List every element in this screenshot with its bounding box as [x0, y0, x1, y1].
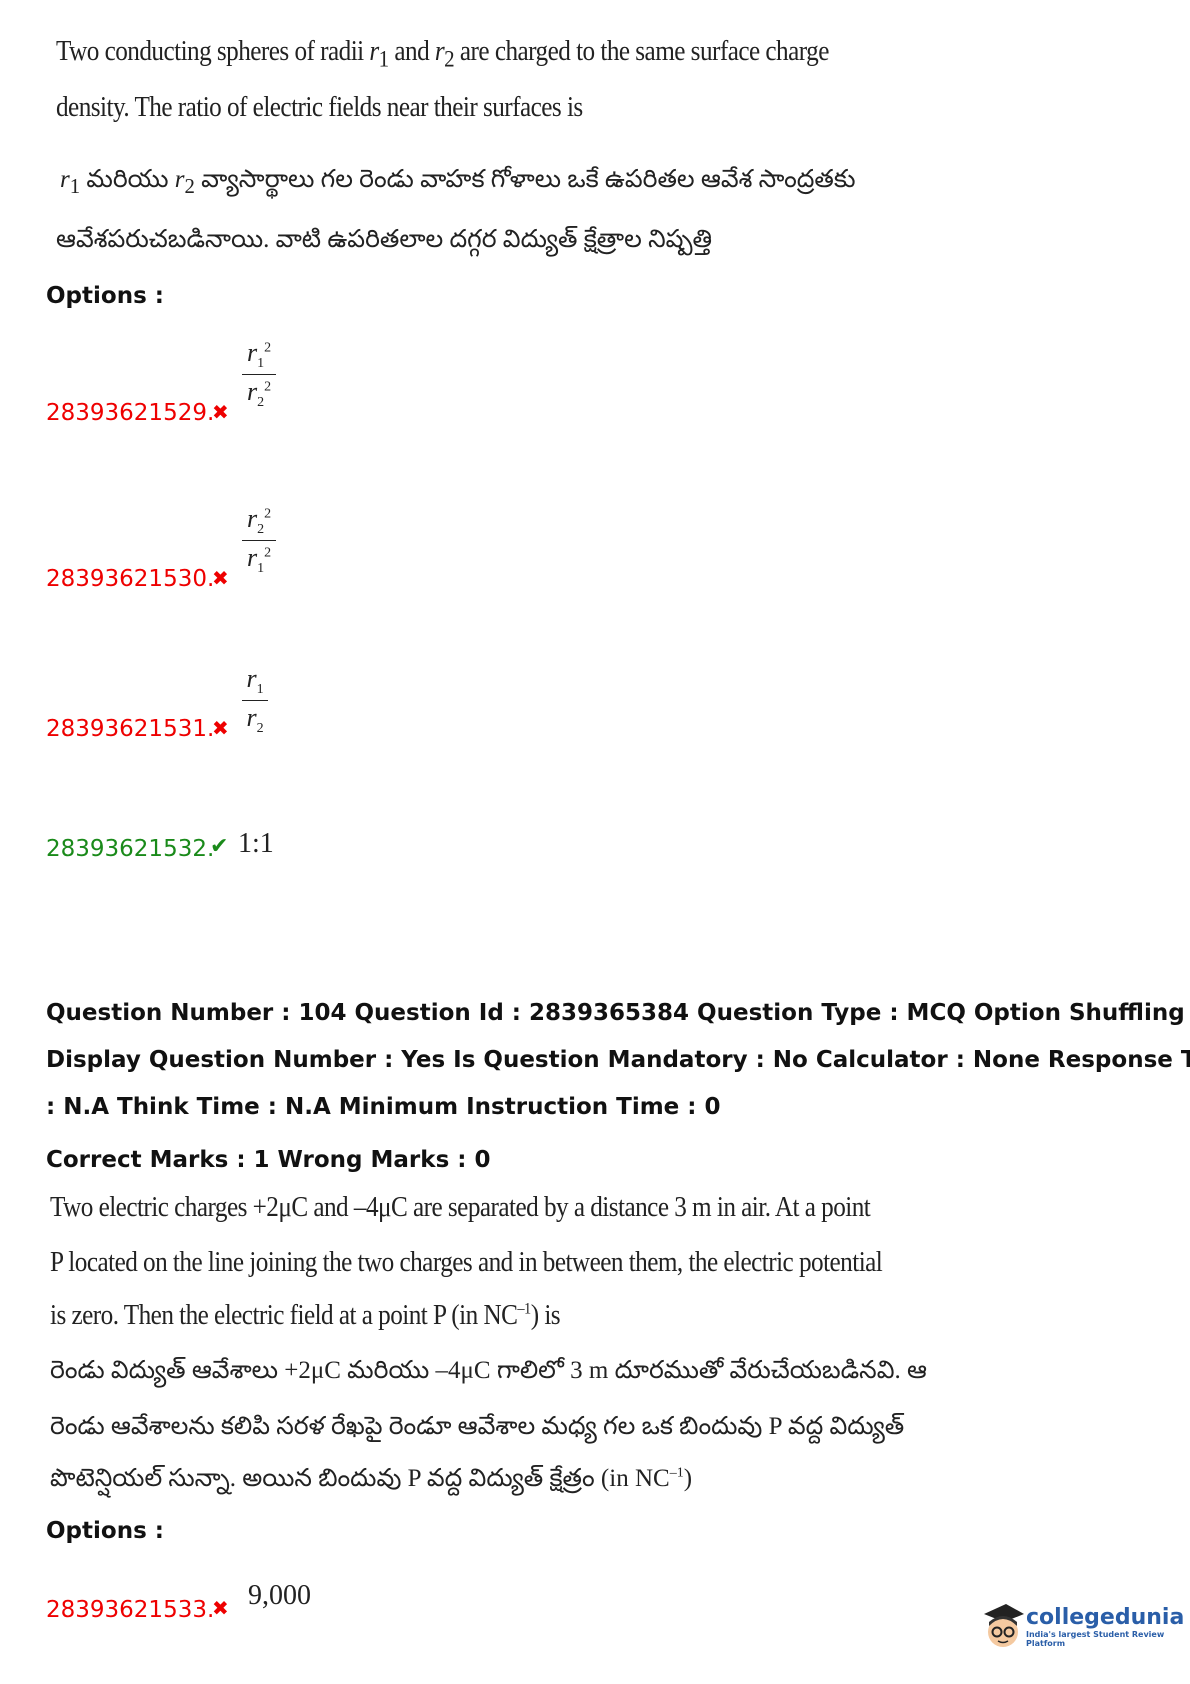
q2-telugu-line2: రెండు ఆవేశాలను కలిపి సరళ రేఖపై రెండూ ఆవే…: [50, 1413, 905, 1440]
option-id: 28393621529.: [46, 400, 215, 426]
q2-telugu-line3: పొటెన్షియల్ సున్నా. అయిన బిందువు P వద్ద …: [50, 1465, 693, 1492]
option-fraction: r22 r12: [242, 504, 276, 577]
option-fraction: r1 r2: [242, 664, 268, 737]
question-marks: Correct Marks : 1 Wrong Marks : 0: [46, 1147, 491, 1173]
q2-text-line2: P located on the line joining the two ch…: [50, 1247, 883, 1278]
fraction-bar: [242, 540, 276, 542]
logo-tagline: India's largest Student Review Platform: [1026, 1629, 1165, 1648]
q2-text-line3: is zero. Then the electric field at a po…: [50, 1300, 561, 1331]
option-value: 9,000: [248, 1580, 311, 1611]
q2-text-line1: Two electric charges +2μC and –4μC are s…: [50, 1192, 871, 1223]
wrong-icon: ✖: [212, 566, 229, 590]
q1-options-label: Options :: [46, 283, 164, 309]
option-fraction: r12 r22: [242, 338, 276, 411]
correct-check-icon: ✔: [210, 834, 229, 859]
q1-telugu-line1: r1 మరియు r2 వ్యాసార్థాలు గల రెండు వాహక గ…: [60, 166, 856, 198]
fraction-bar: [242, 700, 268, 702]
collegedunia-logo: collegedunia India's largest Student Rev…: [980, 1600, 1190, 1652]
question-meta-line2: Display Question Number : Yes Is Questio…: [46, 1047, 1190, 1073]
question-meta-line3: : N.A Think Time : N.A Minimum Instructi…: [46, 1094, 721, 1120]
q1-text-line2: density. The ratio of electric fields ne…: [56, 92, 583, 123]
q2-telugu-line1: రెండు విద్యుత్ ఆవేశాలు +2μC మరియు –4μC గ…: [50, 1357, 927, 1384]
wrong-icon: ✖: [212, 400, 229, 424]
question-meta-line1: Question Number : 104 Question Id : 2839…: [46, 1000, 1190, 1026]
fraction-bar: [242, 374, 276, 376]
document-page: Two conducting spheres of radii r1 and r…: [0, 0, 1190, 1684]
logo-name: collegedunia: [1026, 1604, 1185, 1630]
wrong-icon: ✖: [212, 716, 229, 740]
option-value: 1:1: [238, 828, 274, 859]
q1-telugu-line2: ఆవేశపరుచబడినాయి. వాటి ఉపరితలాల దగ్గర విద…: [56, 226, 713, 253]
option-id: 28393621531.: [46, 716, 215, 742]
q2-options-label: Options :: [46, 1518, 164, 1544]
option-id: 28393621530.: [46, 566, 215, 592]
option-id: 28393621533.: [46, 1597, 215, 1623]
wrong-icon: ✖: [212, 1596, 229, 1620]
q1-text-line1: Two conducting spheres of radii r1 and r…: [56, 36, 829, 73]
option-id: 28393621532.: [46, 836, 215, 862]
mascot-icon: [980, 1600, 1026, 1652]
